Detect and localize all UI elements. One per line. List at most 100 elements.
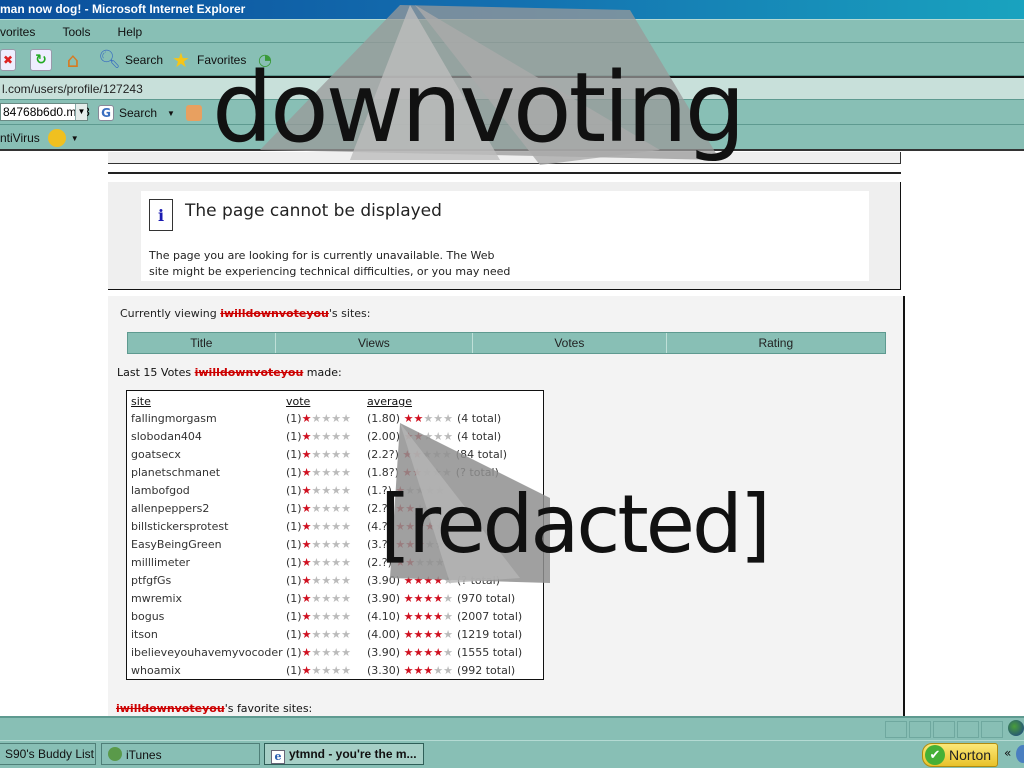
search-button[interactable]: 🔍︎ Search (98, 48, 163, 72)
average-cell: (3.?) ★★★★★ (367, 535, 522, 553)
news-button[interactable] (186, 101, 207, 125)
header-average[interactable]: average (367, 394, 522, 409)
star-filled-icon: ★ (301, 555, 312, 569)
news-icon (186, 105, 202, 121)
vote-value: (1) (286, 465, 302, 479)
site-name[interactable]: billstickersprotest (131, 517, 286, 535)
average-cell: (2.00) ★★★★★ (4 total) (367, 427, 522, 445)
vote-value: (1) (286, 519, 302, 533)
username-redacted[interactable]: iwilldownvoteyou (116, 702, 225, 715)
dropdown-arrow-icon[interactable]: ▼ (167, 109, 175, 118)
star-empty-icon: ★ (331, 429, 342, 443)
site-name[interactable]: slobodan404 (131, 427, 286, 445)
address-url[interactable]: l.com/users/profile/127243 (2, 82, 143, 96)
star-empty-icon: ★ (311, 447, 322, 461)
vote-cell: (1)★★★★★ (286, 589, 367, 607)
address-bar[interactable]: l.com/users/profile/127243 (0, 76, 1024, 100)
tray-expand-button[interactable]: « (1004, 746, 1011, 760)
star-empty-icon: ★ (341, 609, 351, 623)
site-name[interactable]: EasyBeingGreen (131, 535, 286, 553)
favorites-button[interactable]: ★ Favorites (170, 48, 246, 72)
vote-stars: ★★★★★ (302, 574, 351, 587)
star-empty-icon: ★ (434, 555, 445, 569)
star-filled-icon: ★ (433, 645, 444, 659)
header-vote[interactable]: vote (286, 394, 367, 409)
dropdown-arrow-icon[interactable]: ▼ (71, 134, 79, 143)
star-empty-icon: ★ (311, 411, 322, 425)
divider (108, 172, 901, 174)
search-icon: 🔍︎ (98, 49, 121, 70)
col-title[interactable]: Title (128, 333, 276, 353)
star-empty-icon: ★ (341, 537, 351, 551)
average-cell: (4.00) ★★★★★ (1219 total) (367, 625, 522, 643)
site-name[interactable]: mwremix (131, 589, 286, 607)
messenger-icon[interactable] (1016, 745, 1024, 763)
star-empty-icon: ★ (441, 447, 452, 461)
task-label: S90's Buddy List ... (5, 747, 95, 761)
task-buddy-list[interactable]: S90's Buddy List ... (0, 743, 96, 765)
site-name[interactable]: milllimeter (131, 553, 286, 571)
ie-icon: e (271, 750, 285, 764)
total-votes: (4 total) (456, 411, 502, 425)
username-redacted[interactable]: iwilldownvoteyou (220, 307, 329, 320)
star-empty-icon: ★ (331, 645, 342, 659)
star-empty-icon: ★ (331, 519, 342, 533)
star-empty-icon: ★ (443, 663, 453, 677)
average-stars: ★★★★★ (404, 664, 453, 677)
vote-row: itson (1)★★★★★ (4.00) ★★★★★ (1219 total) (131, 625, 522, 643)
site-name[interactable]: planetschmanet (131, 463, 286, 481)
menu-favorites[interactable]: vorites (0, 25, 35, 39)
site-name[interactable]: lambofgod (131, 481, 286, 499)
site-name[interactable]: allenpeppers2 (131, 499, 286, 517)
task-itunes[interactable]: iTunes (101, 743, 260, 765)
dropdown-arrow-icon[interactable]: ▼ (75, 104, 87, 120)
star-empty-icon: ★ (311, 465, 322, 479)
star-empty-icon: ★ (321, 609, 332, 623)
site-name[interactable]: ibelieveyouhavemyvocoder (131, 643, 286, 661)
star-filled-icon: ★ (413, 591, 424, 605)
refresh-button[interactable]: ↻ (30, 48, 57, 72)
col-votes[interactable]: Votes (473, 333, 667, 353)
star-filled-icon: ★ (395, 501, 406, 515)
star-filled-icon: ★ (413, 411, 424, 425)
star-filled-icon: ★ (423, 609, 434, 623)
average-value: (2.00) (367, 429, 401, 443)
site-name[interactable]: whoamix (131, 661, 286, 679)
vote-row: planetschmanet (1)★★★★★ (1.8?) ★★★★★ (? tot… (131, 463, 522, 481)
menu-tools[interactable]: Tools (62, 25, 90, 39)
vote-value: (1) (286, 501, 302, 515)
home-button[interactable]: ⌂ (62, 48, 89, 72)
star-filled-icon: ★ (413, 627, 424, 641)
vote-stars: ★★★★★ (302, 520, 351, 533)
vote-cell: (1)★★★★★ (286, 553, 367, 571)
site-name[interactable]: ptfgfGs (131, 571, 286, 589)
site-name[interactable]: bogus (131, 607, 286, 625)
stop-button[interactable]: ✖ (0, 48, 21, 72)
star-empty-icon: ★ (423, 429, 434, 443)
vote-stars: ★★★★★ (302, 646, 351, 659)
header-site[interactable]: site (131, 394, 286, 409)
menu-bar: vorites Tools Help (0, 19, 1024, 43)
google-search-combo[interactable]: 84768b6d0.mp3 ▼ (0, 103, 90, 121)
google-search-button[interactable]: G Search ▼ (98, 101, 175, 125)
star-empty-icon: ★ (311, 609, 322, 623)
username-redacted[interactable]: iwilldownvoteyou (195, 366, 304, 379)
norton-tray-button[interactable]: ✔ Norton (922, 743, 998, 767)
star-filled-icon: ★ (301, 591, 312, 605)
star-filled-icon: ★ (395, 555, 406, 569)
average-stars: ★★★★★ (402, 466, 451, 479)
site-name[interactable]: fallingmorgasm (131, 409, 286, 427)
norton-antivirus-button[interactable]: ntiVirus ▼ (0, 126, 79, 150)
star-filled-icon: ★ (423, 591, 434, 605)
profile-content: Currently viewing iwilldownvoteyou's sit… (108, 296, 905, 716)
average-value: (1.8?) (367, 465, 399, 479)
average-cell: (1.?) ★★★★★ (367, 481, 522, 499)
col-views[interactable]: Views (276, 333, 474, 353)
task-ytmnd[interactable]: e ytmnd - you're the m... (264, 743, 424, 765)
col-rating[interactable]: Rating (667, 333, 885, 353)
site-name[interactable]: goatsecx (131, 445, 286, 463)
votes-table-box: site vote average fallingmorgasm (1)★★★★★… (126, 390, 544, 680)
history-button[interactable]: ◔ (254, 48, 281, 72)
menu-help[interactable]: Help (118, 25, 143, 39)
site-name[interactable]: itson (131, 625, 286, 643)
